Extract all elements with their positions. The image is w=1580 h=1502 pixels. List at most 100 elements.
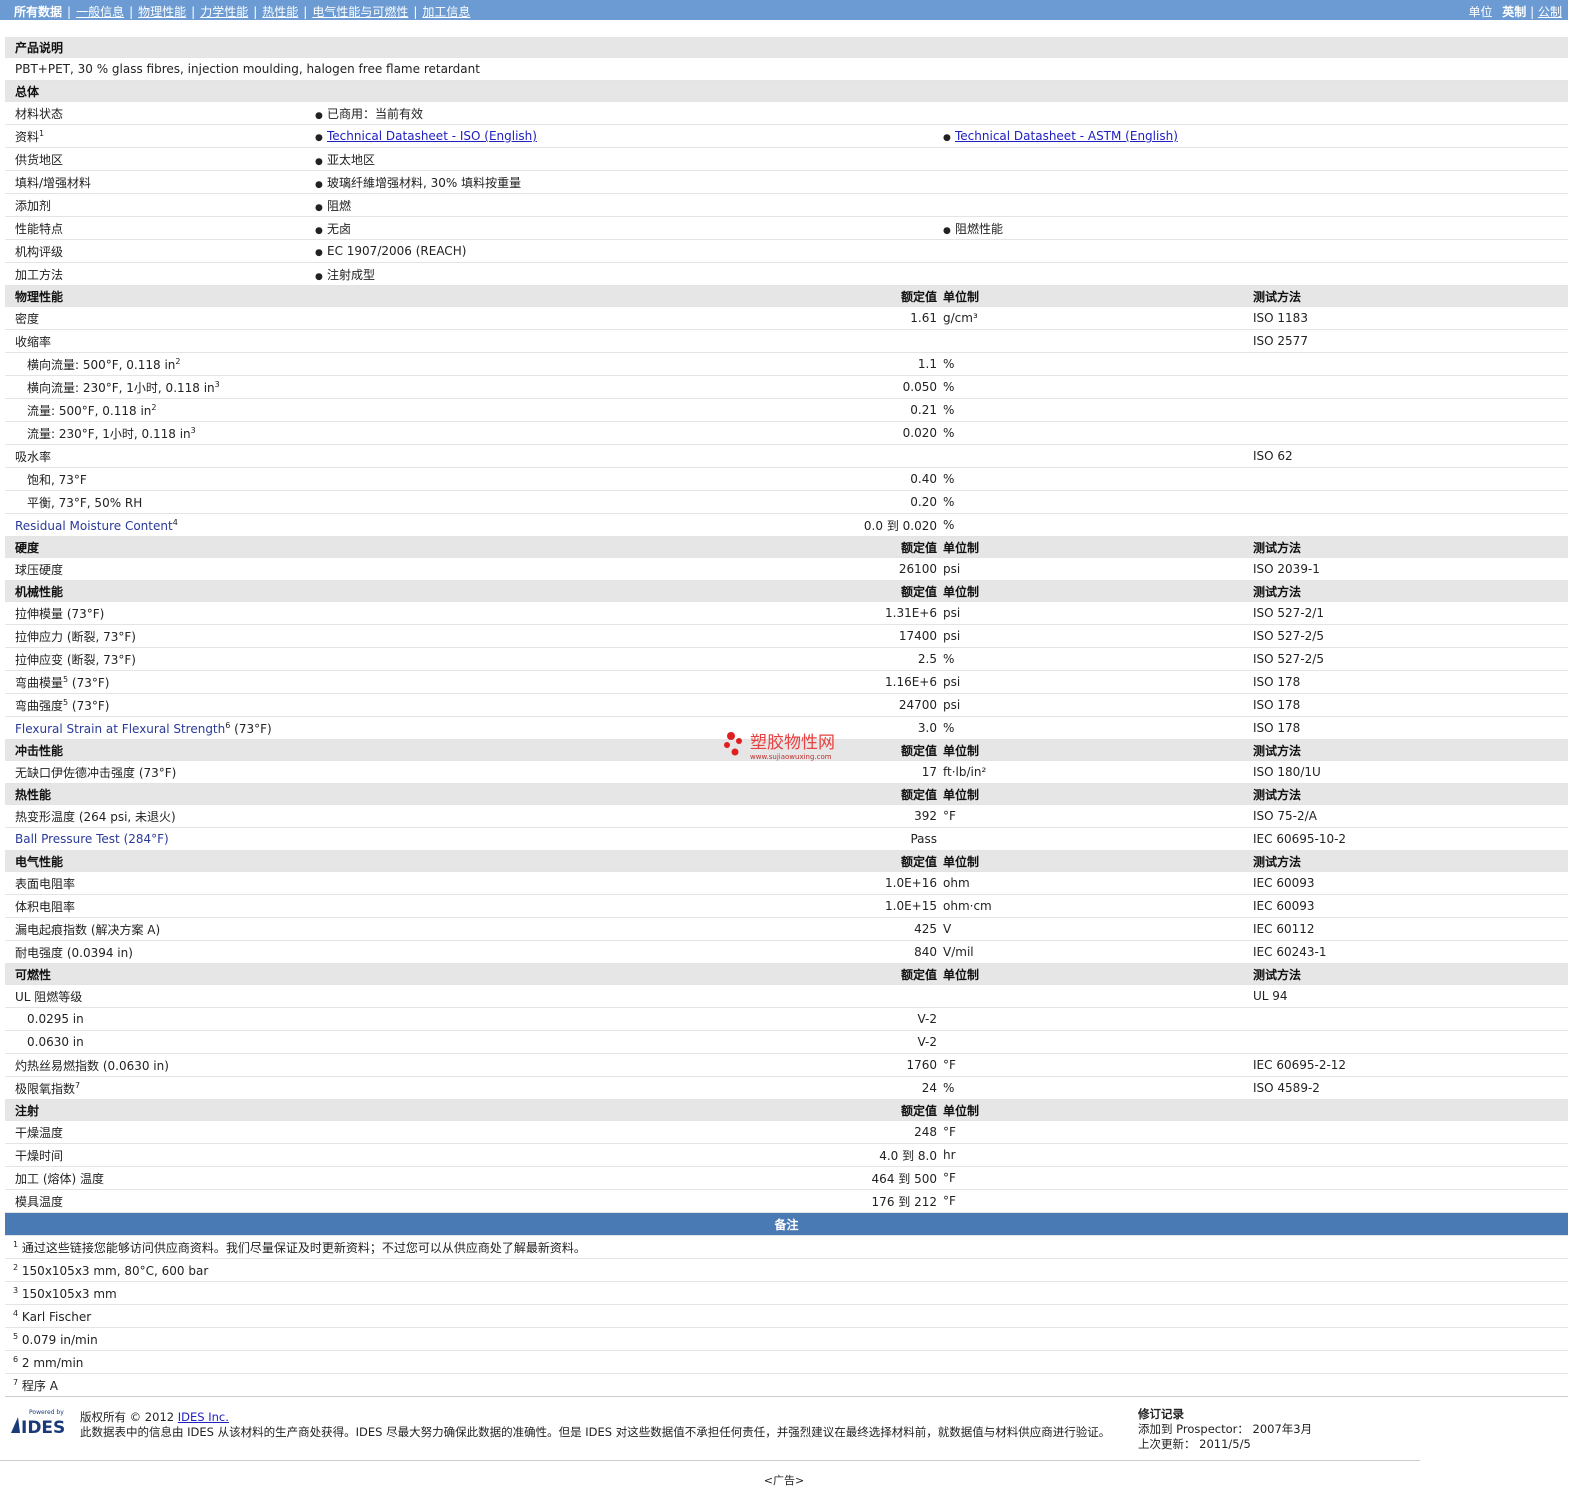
metric-units-link[interactable]: 公制 [1538,5,1562,19]
unit-value: psi [943,601,1253,625]
property-name: Ball Pressure Test (284°F) [15,832,169,846]
property-row: 弯曲强度5 (73°F) 24700 psi ISO 178 [5,693,1569,717]
value-cell: ● Technical Datasheet - ISO (English) [315,124,943,148]
nominal-value: 17400 [733,624,943,648]
property-condition: (73°F) [230,721,272,736]
remark-text: 6 2 mm/min [5,1350,1569,1374]
test-method [1253,1007,1569,1031]
unit-value: °F [943,1166,1253,1190]
unit-header: 单位制 [943,850,1253,872]
remarks-header-row: 备注 [5,1212,1569,1236]
property-name: 体积电阻率 [15,899,76,914]
property-name: 耐电强度 (0.0394 in) [15,945,133,960]
value-text: 亚太地区 [327,152,376,167]
svg-text:IDES: IDES [21,1418,65,1435]
nominal-value: 1.0E+15 [733,894,943,918]
test-method: UL 94 [1253,984,1569,1008]
footnote-ref: 2 [175,356,181,366]
test-method [1253,352,1569,376]
property-row: 0.0295 in V-2 [5,1007,1569,1031]
ad-label: <广告> [763,1474,805,1487]
nav-item-1[interactable]: 一般信息 [76,5,124,19]
property-label: 0.0630 in [5,1030,315,1054]
nominal-value: 248 [733,1120,943,1144]
nav-item-4[interactable]: 热性能 [262,5,298,19]
property-row: 表面电阻率 1.0E+16 ohm IEC 60093 [5,871,1569,895]
test-method [1253,1189,1569,1213]
property-name: 0.0295 in [27,1012,84,1026]
nav-item-0[interactable]: 所有数据 [14,5,62,19]
nominal-header: 额定值 [733,285,943,307]
unit-value: ft·lb/in² [943,760,1253,784]
value-cell [943,147,1569,171]
property-label: 流量: 230°F, 1小时, 0.118 in3 [5,421,315,445]
section-header-row: 物理性能 额定值 单位制 测试方法 [5,285,1569,307]
property-label: Ball Pressure Test (284°F) [5,827,315,851]
property-label: 材料状态 [5,101,315,125]
nav-item-2[interactable]: 物理性能 [138,5,186,19]
datasheet-link[interactable]: Technical Datasheet - ISO (English) [327,129,537,143]
test-method: ISO 178 [1253,670,1569,694]
section-header-row: 注射 额定值 单位制 [5,1099,1569,1121]
nav-item-6[interactable]: 加工信息 [422,5,470,19]
remark-text: 7 程序 A [5,1373,1569,1397]
nominal-value: 840 [733,940,943,964]
property-row: 收缩率 ISO 2577 [5,329,1569,353]
property-row: 拉伸应变 (断裂, 73°F) 2.5% ISO 527-2/5 [5,647,1569,671]
property-label: 性能特点 [5,216,315,240]
value-text: 玻璃纤維增强材料, 30% 填料按重量 [327,175,522,190]
section-title: 电气性能 [5,850,315,872]
divider [0,1460,1420,1461]
bullet-icon: ● [943,225,951,236]
value-cell: ● EC 1907/2006 (REACH) [315,239,943,263]
unit-header: 单位制 [943,1099,1253,1121]
unit-header: 单位制 [943,739,1253,761]
revision-title: 修订记录 [1138,1407,1184,1421]
nominal-value: 392 [733,804,943,828]
property-condition: (73°F) [68,698,110,713]
property-row: 模具温度 176 到 212 °F [5,1189,1569,1213]
property-row: 流量: 230°F, 1小时, 0.118 in3 0.020% [5,421,1569,445]
bullet-icon: ● [315,248,323,258]
property-row: 拉伸应力 (断裂, 73°F) 17400 psi ISO 527-2/5 [5,624,1569,648]
nominal-header: 额定值 [733,783,943,805]
property-row: 加工 (熔体) 温度 464 到 500 °F [5,1166,1569,1190]
datasheet-link[interactable]: Technical Datasheet - ASTM (English) [955,129,1178,143]
nav-item-3[interactable]: 力学性能 [200,5,248,19]
property-name: 流量: 230°F, 1小时, 0.118 in [27,426,191,441]
value-cell [943,239,1569,263]
footnote-ref: 2 [151,402,157,412]
general-row: 资料1 ● Technical Datasheet - ISO (English) ●… [5,124,1569,148]
property-label: Flexural Strain at Flexural Strength6 (7… [5,716,315,740]
nominal-value: 0.0 到 0.020 [733,513,943,537]
unit-value: g/cm³ [943,306,1253,330]
property-label: 耐电强度 (0.0394 in) [5,940,315,964]
general-row: 加工方法 ● 注射成型 [5,262,1569,286]
property-name: 添加剂 [15,198,52,213]
property-row: 横向流量: 500°F, 0.118 in2 1.1% [5,352,1569,376]
test-method: IEC 60093 [1253,894,1569,918]
nominal-value: Pass [733,827,943,851]
test-method [1253,1030,1569,1054]
unit-switcher: 单位 英制 | 公制 [1468,5,1562,19]
nominal-value: 176 到 212 [733,1189,943,1213]
property-label: 平衡, 73°F, 50% RH [5,490,315,514]
property-label: 填料/增强材料 [5,170,315,194]
property-name: Residual Moisture Content [15,518,173,533]
nav-item-5[interactable]: 电气性能与可燃性 [312,5,408,19]
nominal-value: 1.16E+6 [733,670,943,694]
nav-separator: | [191,5,196,19]
unit-value: psi [943,693,1253,717]
property-name: 极限氧指数 [15,1081,76,1096]
watermark-logo: 塑胶物性网 www.sujiaowuxing.com [724,732,835,761]
test-method: ISO 75-2/A [1253,804,1569,828]
property-name: Flexural Strain at Flexural Strength [15,721,226,736]
ides-link[interactable]: IDES Inc. [178,1410,229,1424]
ides-logo: Powered by IDES [11,1409,65,1435]
nominal-value: 2.5 [733,647,943,671]
remark-row: 3 150x105x3 mm [5,1281,1569,1305]
property-name: UL 阻燃等级 [15,989,83,1004]
property-name: 拉伸模量 (73°F) [15,606,105,621]
property-label: 灼热丝易燃指数 (0.0630 in) [5,1053,315,1077]
section-title: 热性能 [5,783,315,805]
